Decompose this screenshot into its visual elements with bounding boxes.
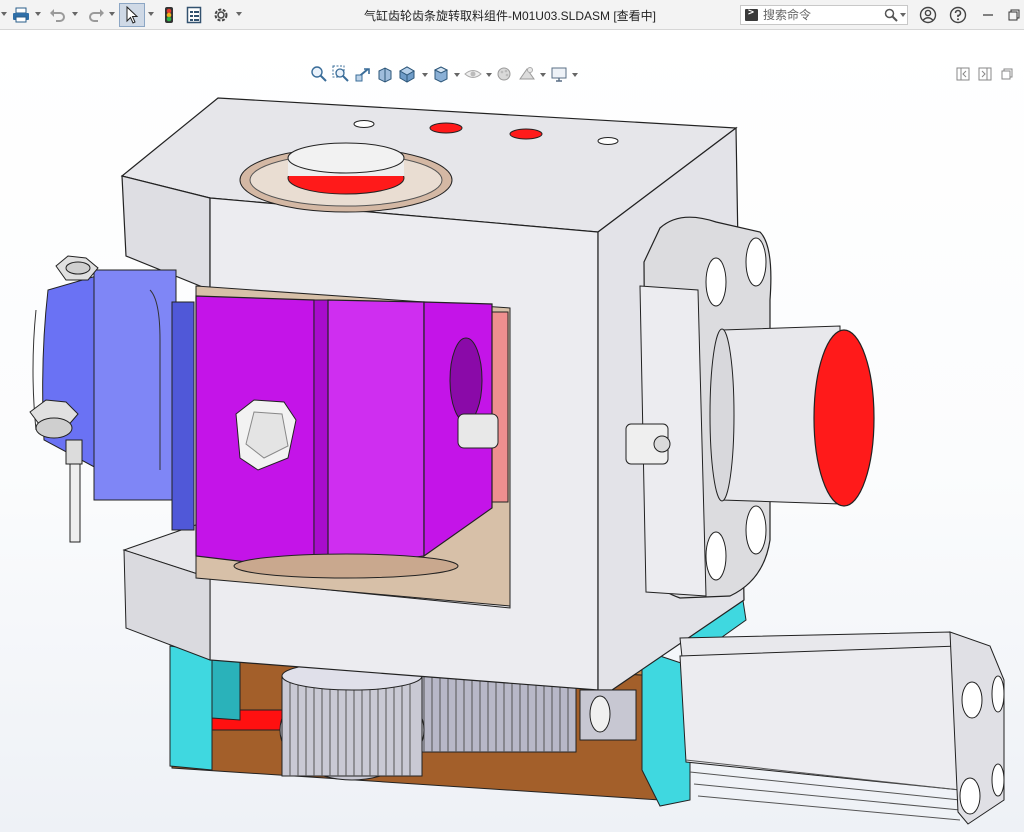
zoom-to-fit-icon[interactable] (310, 65, 332, 86)
search-icon[interactable] (884, 8, 898, 25)
search-input[interactable] (763, 7, 873, 23)
edit-appearance-icon[interactable] (496, 65, 518, 86)
section-view-icon[interactable] (376, 65, 398, 86)
redo-icon[interactable] (85, 4, 107, 26)
assembly-model[interactable] (0, 30, 1024, 832)
undo-icon[interactable] (47, 4, 69, 26)
traffic-light-icon[interactable] (161, 4, 177, 26)
user-icon[interactable] (917, 4, 939, 26)
viewport-controls (956, 66, 1022, 84)
chevron-down-icon[interactable] (72, 12, 78, 16)
collapse-right-icon[interactable] (978, 67, 1000, 84)
shaft-connector (579, 689, 637, 741)
display-style-icon[interactable] (432, 65, 454, 86)
viewport-restore-icon[interactable] (1000, 67, 1022, 84)
chevron-down-icon[interactable] (148, 12, 154, 16)
rack (419, 675, 577, 753)
view-orientation-icon[interactable] (398, 65, 422, 86)
previous-view-icon[interactable] (354, 65, 376, 86)
chevron-down-icon[interactable] (109, 12, 115, 16)
chevron-down-icon[interactable] (236, 12, 242, 16)
blue-motor (32, 269, 195, 531)
command-prompt-icon (745, 7, 758, 21)
chevron-down-icon[interactable] (1, 12, 7, 16)
print-icon[interactable] (11, 4, 31, 26)
magenta-block (195, 295, 499, 579)
chevron-down-icon[interactable] (422, 73, 428, 77)
minimize-icon[interactable] (978, 4, 998, 26)
gear-icon[interactable] (210, 4, 232, 26)
graphics-area[interactable] (0, 30, 1024, 832)
air-cylinder (679, 631, 1005, 825)
file-properties-icon[interactable] (184, 4, 204, 26)
view-settings-icon[interactable] (550, 65, 572, 86)
zoom-to-area-icon[interactable] (332, 65, 354, 86)
chevron-down-icon[interactable] (454, 73, 460, 77)
hide-show-items-icon[interactable] (464, 65, 486, 86)
window-title: 气缸齿轮齿条旋转取料组件-M01U03.SLDASM [查看中] (363, 9, 657, 23)
right-flange (625, 216, 875, 599)
collapse-left-icon[interactable] (956, 67, 978, 84)
title-bar: 气缸齿轮齿条旋转取料组件-M01U03.SLDASM [查看中] (0, 0, 1024, 30)
pinion-gear (279, 661, 425, 781)
chevron-down-icon[interactable] (540, 73, 546, 77)
nut-top (55, 255, 99, 281)
heads-up-toolbar (310, 65, 582, 86)
chevron-down-icon[interactable] (486, 73, 492, 77)
help-icon[interactable] (947, 4, 969, 26)
select-arrow-icon[interactable] (119, 3, 145, 27)
chevron-down-icon[interactable] (900, 13, 906, 17)
search-box[interactable] (740, 5, 908, 25)
chevron-down-icon[interactable] (35, 12, 41, 16)
apply-scene-icon[interactable] (518, 65, 540, 86)
restore-icon[interactable] (1004, 4, 1024, 26)
chevron-down-icon[interactable] (572, 73, 578, 77)
